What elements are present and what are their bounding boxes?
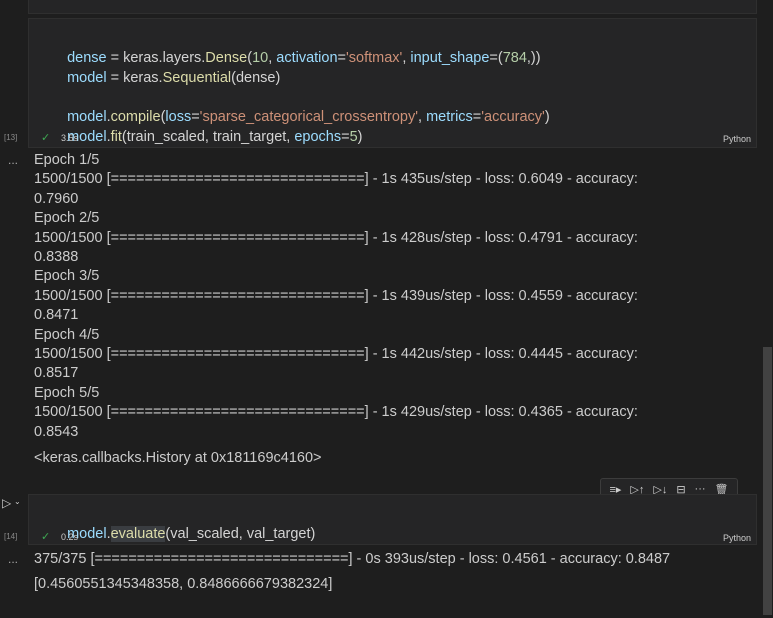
code-token: activation <box>276 50 338 66</box>
code-token: 5 <box>349 129 358 145</box>
execution-time: 3.5s <box>61 133 79 143</box>
output-line: 0.8388 <box>34 249 79 265</box>
code-token: 784 <box>502 50 527 66</box>
output-line: Epoch 3/5 <box>34 268 100 284</box>
code-token: 'softmax' <box>346 50 403 66</box>
run-cell-icon[interactable]: ▷ <box>2 496 11 510</box>
output-line: Epoch 4/5 <box>34 327 100 343</box>
code-line[interactable]: model = keras.Sequential(dense) <box>59 48 280 88</box>
output-line: [0.4560551345348358, 0.8486666679382324] <box>34 576 333 592</box>
output-line: 1500/1500 [=============================… <box>34 404 638 420</box>
output-line: 0.8543 <box>34 424 79 440</box>
code-token: Sequential <box>162 70 232 86</box>
chevron-down-icon[interactable]: ⌄ <box>14 497 21 506</box>
code-token: metrics <box>426 109 473 125</box>
code-token: epochs <box>294 129 342 145</box>
output-menu-icon[interactable]: ... <box>8 153 18 167</box>
output-line: Epoch 2/5 <box>34 210 100 226</box>
code-token: fit <box>110 129 122 145</box>
output-menu-icon[interactable]: ... <box>8 552 18 566</box>
execution-count: [14] <box>4 532 18 541</box>
code-line[interactable]: model.fit(train_scaled, train_target, ep… <box>59 107 362 147</box>
execution-count: [13] <box>4 133 18 142</box>
output-result: <keras.callbacks.History at 0x181169c416… <box>34 450 322 466</box>
output-line: Epoch 5/5 <box>34 385 100 401</box>
output-line: 0.8517 <box>34 365 79 381</box>
vertical-scrollbar[interactable] <box>763 347 772 615</box>
cell-language[interactable]: Python <box>723 134 751 144</box>
cell-language[interactable]: Python <box>723 533 751 543</box>
output-line: 1500/1500 [=============================… <box>34 288 638 304</box>
output-line: 375/375 [==============================]… <box>34 551 671 567</box>
success-check-icon: ✓ <box>41 531 51 543</box>
success-check-icon: ✓ <box>41 132 51 144</box>
output-line: 1500/1500 [=============================… <box>34 346 638 362</box>
code-token: evaluate <box>110 526 166 542</box>
code-token: input_shape <box>410 50 490 66</box>
code-line[interactable]: model.evaluate(val_scaled, val_target) <box>59 504 315 544</box>
output-line: 0.8471 <box>34 307 79 323</box>
output-line: Epoch 1/5 <box>34 152 100 168</box>
output-line: 0.7960 <box>34 191 79 207</box>
previous-cell-edge <box>28 0 757 14</box>
output-line: 1500/1500 [=============================… <box>34 171 638 187</box>
code-token: 'accuracy' <box>481 109 545 125</box>
output-line: 1500/1500 [=============================… <box>34 230 638 246</box>
execution-time: 0.2s <box>61 532 79 542</box>
code-token: model <box>67 70 107 86</box>
